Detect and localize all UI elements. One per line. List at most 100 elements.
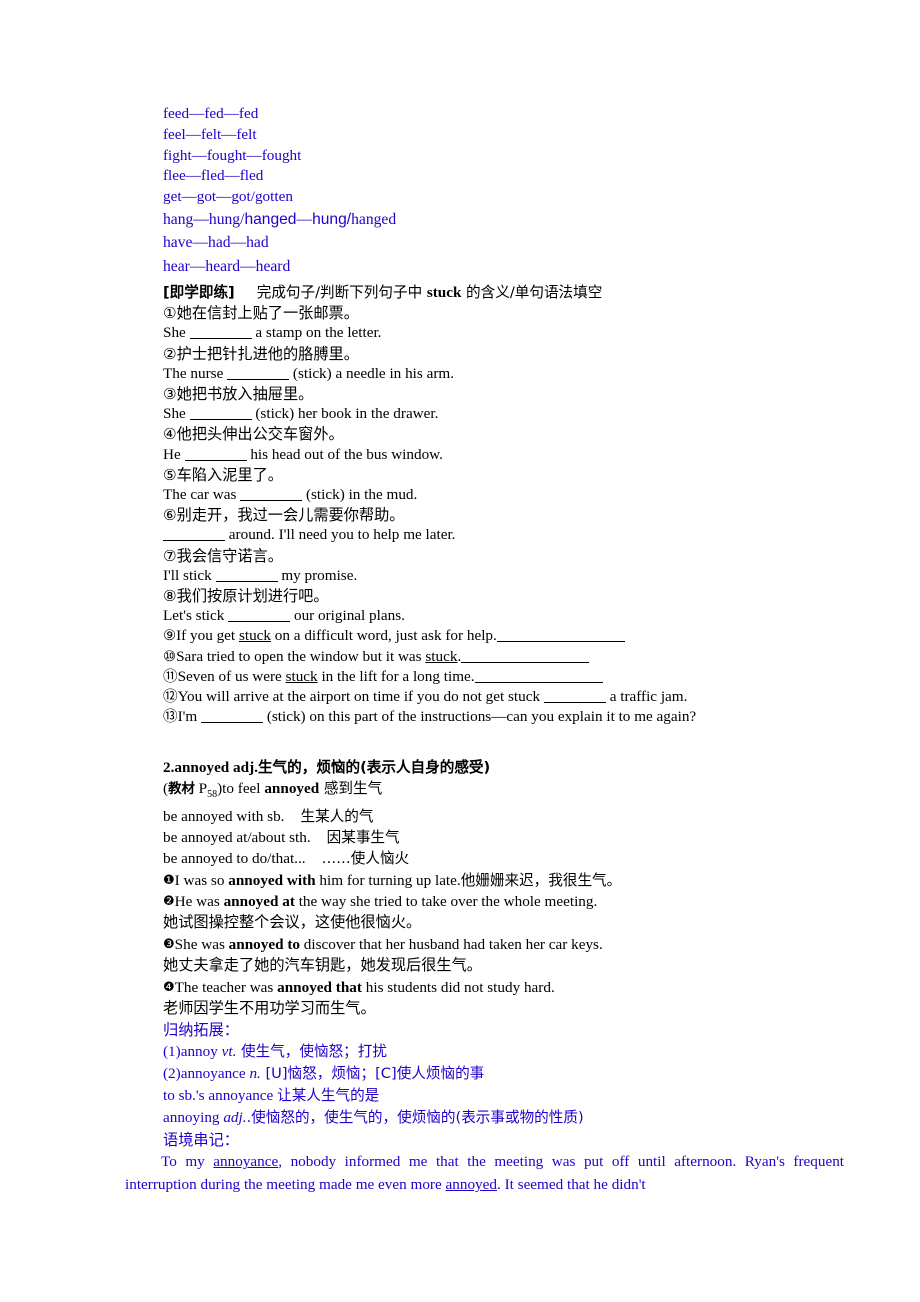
item-english-post: a stamp on the letter.: [251, 324, 382, 342]
paragraph-keyword-annoyed: annoyed: [445, 1176, 497, 1194]
extension-en: (1)annoy: [163, 1043, 222, 1061]
phrase-row: be annoyed with sb. 生某人的气: [163, 806, 800, 827]
paragraph-part-3: . It seemed that he didn't: [496, 1176, 646, 1194]
entry-annoyed: 2.annoyed adj.生气的，烦恼的(表示人自身的感受) (教材 P58)…: [125, 757, 844, 1196]
example-cn-line: 她试图操控整个会议，这使他很恼火。: [163, 912, 800, 933]
verb-line: fight—fought—fought: [163, 146, 800, 167]
item-number: ⑧: [163, 587, 177, 606]
exercise-item-en: The nurse (stick) a needle in his arm.: [163, 364, 800, 384]
extension-en: annoying: [163, 1109, 224, 1127]
phrase-en: be annoyed at/about sth.: [163, 829, 311, 847]
answer-blank[interactable]: [189, 407, 252, 421]
source-keyword: annoyed: [264, 780, 320, 798]
judge-item: ⑩Sara tried to open the window but it wa…: [163, 647, 800, 667]
phrase-cn: ……使人恼火: [321, 850, 410, 868]
exercise-item-en: Let's stick our original plans.: [163, 606, 800, 626]
item-english-post: my promise.: [277, 566, 358, 584]
verb-line: feel—felt—felt: [163, 125, 800, 146]
verb-text: flee—fled—fled: [163, 167, 264, 185]
item-chinese: 他把头伸出公交车窗外。: [176, 425, 344, 444]
item-number: ⑫: [163, 688, 178, 706]
entry-title: 2.annoyed adj.生气的，烦恼的(表示人自身的感受): [163, 757, 800, 778]
source-page-number: 58: [207, 789, 218, 801]
exercise-header: [即学即练] 完成句子/判断下列句子中 stuck 的含义/单句语法填空: [163, 282, 800, 303]
example-en-post: the way she tried to take over the whole…: [294, 893, 598, 911]
paragraph-keyword-annoyance: annoyance: [213, 1153, 279, 1171]
verb-text-alt2: hung/: [312, 210, 352, 228]
irregular-verb-list: feed—fed—fed feel—felt—felt fight—fought…: [163, 104, 800, 278]
example-keyword: annoyed at: [223, 893, 295, 911]
verb-text-alt3: hanged: [351, 210, 397, 228]
extension-en: to sb.'s annoyance: [163, 1087, 278, 1105]
verb-text: fight—fought—fought: [163, 146, 302, 164]
item-number: ⑨: [163, 627, 177, 645]
answer-blank[interactable]: [240, 488, 303, 502]
phrase-cn: 因某事生气: [326, 829, 400, 847]
exercise-item-cn: ③她把书放入抽屉里。: [163, 384, 800, 404]
answer-blank[interactable]: [474, 670, 603, 683]
extension-row: annoying adj..使恼怒的，使生气的，使烦恼的(表示事或物的性质): [163, 1107, 800, 1129]
phrase-cn: 生某人的气: [300, 808, 374, 825]
item-chinese: 护士把针扎进他的胳膊里。: [176, 344, 359, 363]
example-sentence: ❷He was annoyed at the way she tried to …: [163, 891, 800, 912]
answer-blank[interactable]: [228, 609, 291, 623]
source-page-letter: P: [198, 780, 208, 798]
item-number: ④: [163, 425, 177, 444]
entry-headword: annoyed adj.: [174, 759, 258, 777]
extension-cn: 使生气，使恼怒；打扰: [236, 1043, 387, 1061]
fill-text-post: a traffic jam.: [605, 688, 688, 706]
exercise-item-en: The car was (stick) in the mud.: [163, 485, 800, 505]
judge-text-pre: Seven of us were: [177, 667, 286, 685]
answer-blank[interactable]: [543, 690, 606, 704]
example-sentence: ❸She was annoyed to discover that her hu…: [163, 934, 800, 955]
verb-text: get—got—got/gotten: [163, 188, 293, 206]
judge-keyword: stuck: [285, 667, 318, 685]
answer-blank[interactable]: [163, 528, 225, 542]
item-number: ⑬: [163, 708, 178, 726]
verb-line: feed—fed—fed: [163, 104, 800, 125]
item-english-pre: I'll stick: [163, 566, 216, 584]
entry-definition-cn: 生气的，烦恼的(表示人自身的感受): [257, 759, 491, 777]
answer-blank[interactable]: [201, 710, 264, 724]
item-english-post: our original plans.: [290, 607, 405, 625]
item-english-post: around. I'll need you to help me later.: [225, 526, 456, 544]
extension-row: (1)annoy vt. 使生气，使恼怒；打扰: [163, 1041, 800, 1063]
verb-line-hang: hang—hung/hanged—hung/hanged: [163, 208, 800, 231]
judge-text-post: on a difficult word, just ask for help.: [271, 627, 497, 645]
extension-pos: vt.: [221, 1043, 237, 1061]
answer-blank[interactable]: [184, 448, 247, 461]
judge-item: ⑪Seven of us were stuck in the lift for …: [163, 667, 800, 687]
exercise-items: ①她在信封上贴了一张邮票。 She a stamp on the letter.…: [163, 303, 800, 626]
answer-blank[interactable]: [496, 629, 625, 643]
verb-dash: —: [296, 210, 313, 228]
extension-row: (2)annoyance n. [U]恼怒，烦恼；[C]使人烦恼的事: [163, 1063, 800, 1085]
phrase-row: be annoyed to do/that... ……使人恼火: [163, 848, 800, 869]
entry-source: (教材 P58)to feel annoyed 感到生气: [163, 780, 383, 801]
item-chinese: 她把书放入抽屉里。: [176, 385, 314, 404]
item-number: ②: [163, 344, 177, 363]
example-en-pre: I was so: [174, 871, 229, 889]
extension-title-text: 归纳拓展：: [163, 1021, 239, 1040]
verb-text: hear—heard—heard: [163, 257, 291, 275]
example-keyword: annoyed to: [228, 935, 300, 953]
item-english-pre: The car was: [163, 486, 241, 504]
fill-item: ⑬I'm (stick) on this part of the instruc…: [163, 707, 800, 727]
source-text-cn: 感到生气: [319, 780, 383, 798]
answer-blank[interactable]: [461, 650, 590, 663]
judge-text-pre: Sara tried to open the window but it was: [176, 647, 426, 665]
source-text-pre: )to feel: [217, 780, 265, 798]
example-en-post: discover that her husband had taken her …: [299, 935, 603, 953]
answer-blank[interactable]: [227, 367, 290, 380]
example-cn: 她丈夫拿走了她的汽车钥匙，她发现后很生气。: [163, 956, 482, 975]
answer-blank[interactable]: [189, 326, 252, 340]
item-english-pre: She: [163, 405, 190, 423]
exercise-keyword: stuck: [426, 284, 462, 302]
item-number: ⑥: [163, 506, 177, 525]
verb-line: hear—heard—heard: [163, 255, 800, 278]
verb-text: feed—fed—fed: [163, 105, 259, 122]
verb-text: hang—hung/: [163, 210, 245, 228]
example-number: ❷: [163, 894, 175, 910]
extension-en: (2)annoyance: [163, 1065, 250, 1083]
extension-cn: 让某人生气的是: [277, 1087, 380, 1105]
answer-blank[interactable]: [215, 569, 278, 582]
